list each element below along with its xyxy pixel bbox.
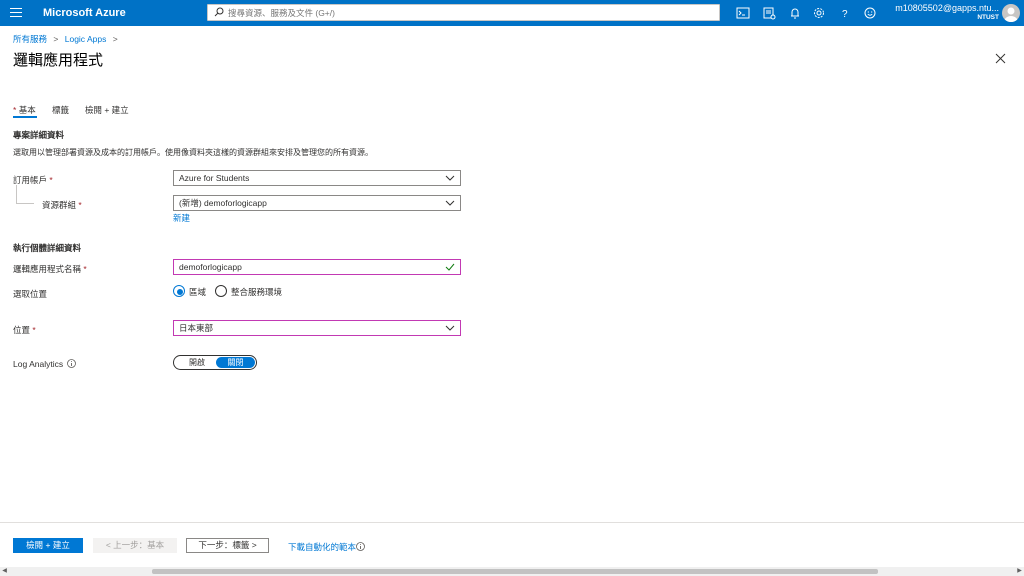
search-icon [214, 7, 224, 17]
subscription-label-text: 訂用帳戶 [13, 175, 48, 185]
tab-label: 基本 [18, 105, 36, 115]
instance-details-heading: 執行個體詳細資料 [13, 243, 82, 253]
page-title: 邏輯應用程式 [13, 52, 104, 69]
subscription-value: Azure for Students [179, 173, 250, 183]
required-mark: * [49, 175, 53, 185]
logic-app-name-label: 邏輯應用程式名稱 * [13, 263, 87, 275]
active-tab-indicator [13, 116, 37, 118]
chevron-down-icon [445, 200, 455, 206]
horizontal-scrollbar[interactable]: ◀ ▶ [0, 567, 1024, 576]
feedback-icon[interactable] [863, 6, 877, 20]
next-button[interactable]: 下一步：標籤 > [186, 538, 269, 553]
avatar[interactable] [1002, 4, 1020, 22]
logic-app-name-input[interactable]: demoforlogicapp [173, 259, 461, 275]
required-mark: * [83, 264, 87, 274]
account-org: NTUST [977, 14, 999, 21]
download-template-link[interactable]: 下載自動化的範本 [288, 541, 356, 553]
close-icon[interactable] [995, 53, 1006, 64]
create-new-link[interactable]: 新建 [173, 212, 190, 224]
log-analytics-label: Log Analytics [13, 359, 64, 369]
tab-tags[interactable]: 標籤 [52, 104, 69, 116]
breadcrumb-all-services[interactable]: 所有服務 [13, 34, 47, 44]
project-details-heading: 專案詳細資料 [13, 130, 65, 140]
required-mark: * [78, 200, 82, 210]
toggle-off-option[interactable]: 關閉 [216, 357, 255, 368]
radio-selected-icon [173, 285, 185, 297]
toggle-on-option[interactable]: 開啟 [178, 357, 216, 368]
svg-text:?: ? [842, 9, 848, 20]
log-analytics-toggle[interactable]: 開啟 關閉 [173, 355, 257, 370]
location-label: 位置 * [13, 324, 36, 336]
resource-group-label-text: 資源群組 [42, 200, 77, 210]
location-value: 日本東部 [179, 323, 214, 333]
search-input[interactable] [228, 6, 708, 19]
location-label-text: 位置 [13, 325, 31, 335]
chevron-right-icon: > [53, 34, 59, 44]
scroll-left-icon[interactable]: ◀ [1, 568, 8, 575]
resource-group-dropdown[interactable]: (新增) demoforlogicapp [173, 195, 461, 211]
checkmark-icon [445, 263, 455, 271]
footer-divider [0, 522, 1024, 523]
tab-label: 檢閱 + 建立 [85, 105, 129, 115]
breadcrumb-logic-apps[interactable]: Logic Apps [65, 34, 107, 44]
subscription-label: 訂用帳戶 * [13, 174, 53, 186]
cloud-shell-icon[interactable] [736, 6, 750, 20]
tree-connector [16, 203, 34, 204]
scrollbar-thumb[interactable] [152, 569, 878, 574]
radio-region-label: 區域 [189, 287, 207, 297]
tree-connector [16, 185, 17, 203]
menu-icon[interactable] [10, 8, 22, 18]
required-mark: * [32, 325, 36, 335]
search-box[interactable] [207, 4, 720, 21]
select-location-label: 選取位置 [13, 289, 48, 299]
notifications-icon[interactable] [788, 6, 802, 20]
review-create-button[interactable]: 檢閱 + 建立 [13, 538, 83, 553]
settings-icon[interactable] [812, 6, 826, 20]
logic-app-name-value: demoforlogicapp [179, 262, 242, 272]
required-mark: * [13, 105, 17, 115]
info-icon[interactable] [356, 542, 365, 551]
subscription-dropdown[interactable]: Azure for Students [173, 170, 461, 186]
tab-basics[interactable]: * 基本 [13, 104, 36, 116]
info-icon[interactable] [67, 359, 76, 368]
account-info[interactable]: m10805502@gapps.ntu... NTUST [895, 3, 999, 21]
directory-filter-icon[interactable] [762, 6, 776, 20]
top-navigation-bar: Microsoft Azure ? m10805502@gapps.ntu...… [0, 0, 1024, 26]
brand-name[interactable]: Microsoft Azure [43, 7, 126, 19]
logic-app-name-label-text: 邏輯應用程式名稱 [13, 264, 82, 274]
chevron-right-icon: > [112, 34, 118, 44]
breadcrumb: 所有服務 > Logic Apps > [13, 33, 122, 45]
tab-review-create[interactable]: 檢閱 + 建立 [85, 104, 129, 116]
tab-label: 標籤 [52, 105, 70, 115]
location-dropdown[interactable]: 日本東部 [173, 320, 461, 336]
project-description: 選取用以管理部署資源及成本的訂用帳戶。使用像資料夾這樣的資源群組來安排及管理您的… [13, 148, 373, 157]
radio-unselected-icon [215, 285, 227, 297]
resource-group-label: 資源群組 * [42, 199, 82, 211]
account-email: m10805502@gapps.ntu... [895, 3, 999, 13]
chevron-down-icon [445, 325, 455, 331]
resource-group-value: (新增) demoforlogicapp [179, 198, 267, 208]
previous-button[interactable]: < 上一步：基本 [93, 538, 177, 553]
chevron-down-icon [445, 175, 455, 181]
help-icon[interactable]: ? [838, 6, 852, 20]
scroll-right-icon[interactable]: ▶ [1016, 568, 1023, 575]
radio-ise-label: 整合服務環境 [231, 287, 283, 297]
